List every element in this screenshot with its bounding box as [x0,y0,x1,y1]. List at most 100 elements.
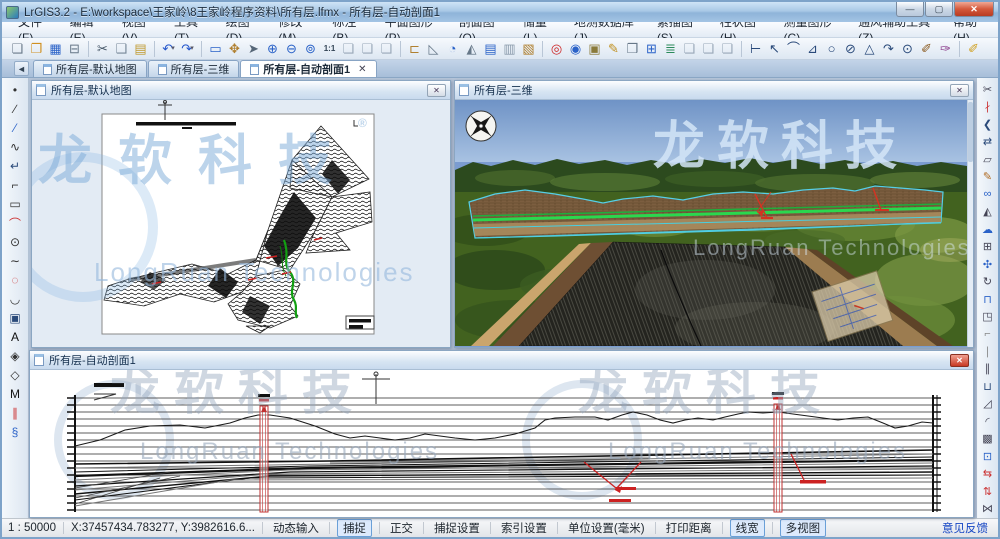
select-window-icon[interactable]: ▭ [206,40,225,58]
measure-tool-icon[interactable]: ⌐ [979,326,997,342]
distribute-tool-icon[interactable]: ⇅ [979,483,997,499]
contour-map-canvas[interactable] [32,100,450,346]
mirror-tool-icon[interactable]: ◭ [979,203,997,219]
status-ortho-toggle[interactable]: 正交 [387,520,416,536]
swap-tool-icon[interactable]: ⇄ [979,133,997,149]
section-profile-canvas[interactable] [30,370,973,517]
curve-tool-icon[interactable]: ∼ [6,252,24,270]
frame-tool-icon[interactable]: ⊓ [979,291,997,307]
flow-grid-icon[interactable]: ⊞ [642,40,661,58]
center-circle-tool-icon[interactable]: ⊙ [898,40,917,58]
status-snap-toggle[interactable]: 捕捉 [337,519,372,537]
window-auto-section-close-button[interactable]: ✕ [950,354,969,367]
feedback-link[interactable]: 意见反馈 [942,520,988,536]
zoom-out-icon[interactable]: ⊖ [282,40,301,58]
map-canvas-area[interactable]: 龙软科技® LongRuan Technologies [32,100,450,347]
undo-icon[interactable]: ↶▾ [159,40,178,58]
hatch-tool-icon[interactable]: ◈ [6,347,24,365]
layer-dup-icon[interactable]: ▥ [500,40,519,58]
info-mark-icon[interactable]: ◉ [566,40,585,58]
status-snap-settings-toggle[interactable]: 捕捉设置 [431,520,483,536]
section-canvas-area[interactable]: 龙软科技 LongRuan Technologies 龙软科技 LongRuan… [30,370,973,517]
rotate-tool-icon[interactable]: ↻ [979,273,997,289]
print-icon[interactable]: ⊟ [65,40,84,58]
layer-stack-icon[interactable]: ▤ [481,40,500,58]
fillet-tool-icon[interactable]: ◜ [979,413,997,429]
join-tool-icon[interactable]: ⊔ [979,378,997,394]
minimize-button[interactable]: — [896,2,924,17]
circle-center-tool-icon[interactable]: ⊙ [6,233,24,251]
image-tool-icon[interactable]: ▣ [6,309,24,327]
rectangle-tool-icon[interactable]: ▭ [6,195,24,213]
text-tool-icon[interactable]: A [6,328,24,346]
tile-tool-icon[interactable]: ⊞ [979,238,997,254]
offset-tool-icon[interactable]: ∥ [979,361,997,377]
format-painter-icon[interactable]: ✐ [964,40,983,58]
blank-page-icon[interactable]: ❏ [377,40,396,58]
ref-box-icon[interactable]: ▣ [585,40,604,58]
tab-auto-section-1[interactable]: 所有层-自动剖面1✕ [240,60,376,77]
strat-region-icon[interactable]: ⊏ [405,40,424,58]
status-multi-view-toggle[interactable]: 多视图 [780,519,827,537]
tab-three-d[interactable]: 所有层-三维 [148,60,240,77]
rail-tool-icon[interactable]: ⊢ [746,40,765,58]
brush-edit-tool-icon[interactable]: ✎ [979,168,997,184]
dashed-line-tool-icon[interactable]: ⁄ [6,119,24,137]
arc-segment-tool-icon[interactable]: ◡ [6,290,24,308]
zoom-in-icon[interactable]: ⊕ [263,40,282,58]
move-tool-icon[interactable]: ✣ [979,256,997,272]
close-button[interactable]: ✕ [954,2,994,17]
link-tool-icon[interactable]: ∞ [979,186,997,202]
cloud-tool-icon[interactable]: ☁ [979,221,997,237]
polyline-tool-icon[interactable]: ∿ [6,138,24,156]
blank-page-icon[interactable]: ❏ [699,40,718,58]
title-bar[interactable]: LrGIS3.2 - E:\workspace\王家岭\8王家岭程序资料\所有层… [2,2,998,22]
blank-page-icon[interactable]: ❏ [680,40,699,58]
window-default-map-titlebar[interactable]: 所有层-默认地图 ✕ [32,81,450,100]
red-circle-mark-icon[interactable]: ◎ [547,40,566,58]
circle-slash-tool-icon[interactable]: ⊘ [841,40,860,58]
cut-icon[interactable]: ✂ [93,40,112,58]
leader-tool-icon[interactable]: ↖ [765,40,784,58]
window-three-d-titlebar[interactable]: 所有层-三维 ✕ [455,81,973,100]
solid-fill-tool-icon[interactable]: ▩ [979,431,997,447]
stretch-tool-icon[interactable]: ⋈ [979,501,997,517]
vertex-tool-icon[interactable]: ❮ [979,116,997,132]
pan-icon[interactable]: ✥ [225,40,244,58]
actual-size-icon[interactable]: 1:1 [320,40,339,58]
circle-tool-icon[interactable]: ○ [822,40,841,58]
parallel-lines-tool-icon[interactable]: ∥ [6,404,24,422]
redo-icon[interactable]: ↷▾ [178,40,197,58]
polygon-tool-icon[interactable]: ⌐ [6,176,24,194]
save-file-icon[interactable]: ▦ [46,40,65,58]
spline-tool-icon[interactable]: § [6,423,24,441]
status-dynamic-input-toggle[interactable]: 动态输入 [270,520,322,536]
window-auto-section-titlebar[interactable]: 所有层-自动剖面1 ✕ [30,351,973,370]
curve-tool-icon[interactable]: ↷ [879,40,898,58]
open-file-icon[interactable]: ❐ [27,40,46,58]
leader-line-tool-icon[interactable]: ↵ [6,157,24,175]
status-print-distance-toggle[interactable]: 打印距离 [663,520,715,536]
window-three-d-close-button[interactable]: ✕ [950,84,969,97]
layout-tool-icon[interactable]: ⊡ [979,448,997,464]
clipboard-box-icon[interactable]: ❒ [623,40,642,58]
break-tool-icon[interactable]: ∤ [979,98,997,114]
status-index-settings-toggle[interactable]: 索引设置 [498,520,550,536]
paste-icon[interactable]: ▤ [131,40,150,58]
crop-tool-icon[interactable]: ▱ [979,151,997,167]
point-tool-icon[interactable]: • [6,81,24,99]
tab-default-map[interactable]: 所有层-默认地图 [33,60,147,77]
window-default-map-close-button[interactable]: ✕ [427,84,446,97]
three-d-scene-canvas[interactable] [455,100,967,346]
new-file-icon[interactable]: ❏ [8,40,27,58]
zoom-window-icon[interactable]: ⊚ [301,40,320,58]
arc-tool-icon[interactable]: ⌒ [784,40,803,58]
tab-close-icon[interactable]: ✕ [358,64,366,75]
trim-tool-icon[interactable]: ✂ [979,81,997,97]
sector-tool-icon[interactable]: ◔ [443,40,462,58]
brush-tool-icon[interactable]: ✑ [936,40,955,58]
slope-tool-icon[interactable]: ◺ [424,40,443,58]
pointer-icon[interactable]: ➤ [244,40,263,58]
edit-note-icon[interactable]: ✎ [604,40,623,58]
tab-scroll-left-button[interactable]: ◄ [14,61,29,76]
